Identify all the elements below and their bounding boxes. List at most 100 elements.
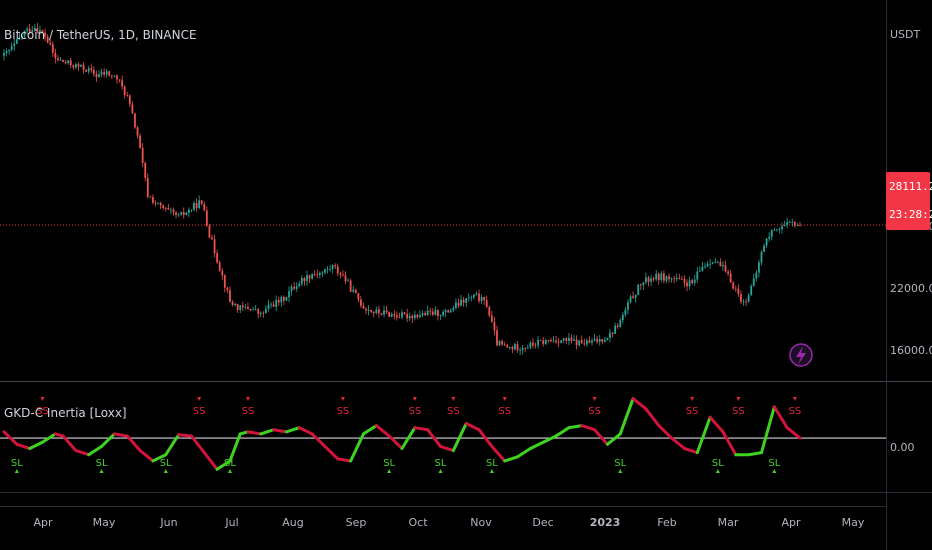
short-signal-arrow	[592, 397, 597, 401]
candle-body	[257, 309, 260, 314]
indicator-title[interactable]: GKD-C Inertia [Loxx]	[4, 406, 127, 420]
oscillator-segment	[138, 449, 155, 463]
candle-body	[696, 271, 699, 280]
short-signal-arrow	[245, 397, 250, 401]
candle-body	[254, 309, 257, 311]
candle-body	[639, 284, 642, 286]
candle-body	[80, 64, 82, 67]
candle-body	[365, 308, 367, 311]
candle-body	[218, 262, 221, 271]
candle-body	[403, 312, 406, 314]
candle-body	[740, 294, 742, 302]
candle-body	[498, 341, 501, 346]
last-price-tag[interactable]: 28111.26 23:28:21	[886, 172, 932, 230]
candle-body	[234, 303, 236, 306]
time-tick-label: Mar	[718, 516, 739, 529]
candle-body	[167, 207, 170, 210]
candle-body	[185, 212, 188, 215]
candle-body	[737, 288, 740, 295]
candle-body	[198, 200, 201, 209]
candle-body	[380, 313, 383, 315]
time-tick-label: May	[842, 516, 865, 529]
oscillator-segment	[644, 407, 661, 428]
time-axis[interactable]: Apr May Jun Jul Aug Sep Oct Nov Dec 2023 Feb Mar Apr…	[33, 516, 864, 529]
candle-body	[750, 285, 753, 296]
candle-body	[5, 51, 8, 53]
candle-body	[437, 309, 439, 316]
candle-body	[519, 350, 522, 351]
candle-body	[503, 344, 506, 346]
candle-body	[316, 274, 319, 276]
short-signal-label: SS	[408, 406, 421, 417]
candle-body	[701, 266, 704, 271]
candle-body	[573, 339, 575, 341]
candle-body	[375, 309, 378, 314]
candle-body	[318, 272, 321, 275]
time-tick-label: Apr	[33, 516, 53, 529]
short-signal-arrow	[792, 397, 797, 401]
candle-body	[59, 59, 62, 61]
candle-body	[236, 303, 239, 310]
chart-title[interactable]: Bitcoin / TetherUS, 1D, BINANCE	[4, 28, 197, 42]
candle-body	[711, 262, 714, 264]
candle-body	[164, 207, 167, 209]
candle-body	[100, 72, 103, 75]
candle-body	[716, 261, 719, 263]
candle-body	[249, 308, 252, 311]
candle-body	[208, 225, 211, 238]
time-tick-label: Jul	[224, 516, 238, 529]
candle-body	[493, 321, 496, 331]
candle-body	[411, 315, 414, 319]
candle-body	[334, 265, 337, 267]
candle-body	[259, 312, 262, 314]
candle-body	[139, 135, 141, 148]
candle-body	[362, 305, 365, 309]
candle-body	[773, 230, 776, 231]
oscillator-segment	[747, 451, 763, 457]
short-signal-label: SS	[789, 406, 802, 417]
candle-body	[149, 196, 152, 198]
candle-body	[555, 340, 557, 343]
oscillator-segment	[516, 446, 532, 459]
long-signal-label: SL	[614, 458, 626, 469]
candle-body	[275, 299, 278, 307]
short-signal-arrow	[690, 397, 695, 401]
oscillator-segment	[580, 424, 597, 432]
long-signal-label: SL	[712, 458, 724, 469]
chart-canvas[interactable]: SL SL SL SL SL SL SL SL SL SL SS SS SS SS SS SS SS SS SS SS…	[0, 0, 932, 550]
candle-body	[342, 274, 344, 276]
currency-label[interactable]: USDT	[890, 28, 921, 41]
candle-body	[200, 200, 203, 204]
candle-body	[609, 332, 611, 338]
time-tick-label: Nov	[470, 516, 492, 529]
candle-body	[598, 339, 601, 342]
short-signal-label: SS	[498, 406, 511, 417]
oscillator-segment	[567, 424, 584, 430]
candle-body	[247, 306, 249, 309]
candle-body	[288, 291, 290, 298]
candle-body	[408, 315, 411, 319]
short-signal-label: SS	[588, 406, 601, 417]
candle-body	[645, 277, 647, 283]
short-signal-label: SS	[686, 406, 699, 417]
candle-body	[616, 325, 619, 327]
candle-body	[67, 60, 70, 64]
oscillator-segment	[361, 424, 378, 436]
candle-body	[385, 310, 388, 313]
candle-body	[182, 212, 185, 215]
candle-body	[424, 313, 427, 316]
oscillator-segment	[657, 424, 674, 440]
candle-body	[162, 205, 165, 208]
candle-body	[74, 64, 77, 68]
candle-body	[521, 348, 524, 351]
price-axis[interactable]: 16000.0022000.0028000.00	[890, 220, 932, 357]
candle-body	[478, 293, 480, 302]
candle-body	[434, 309, 437, 315]
candle-body	[578, 340, 581, 346]
candle-body	[146, 177, 149, 197]
candle-body	[722, 265, 724, 267]
oscillator-segment	[259, 428, 276, 436]
time-tick-label: May	[93, 516, 116, 529]
candle-body	[306, 275, 308, 282]
alert-button[interactable]	[789, 343, 813, 367]
